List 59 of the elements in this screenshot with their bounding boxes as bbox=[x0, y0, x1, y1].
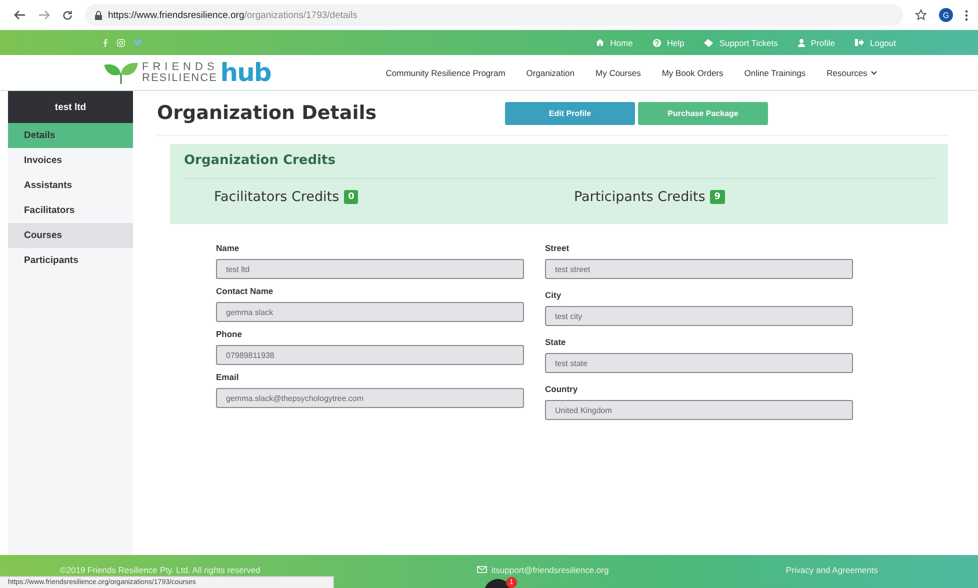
input-field[interactable]: test ltd bbox=[216, 259, 524, 279]
sidebar-item[interactable]: Courses bbox=[8, 223, 133, 248]
input-field[interactable]: test state bbox=[545, 353, 853, 373]
sidebar-title: test ltd bbox=[8, 91, 133, 123]
nav-link[interactable]: Online Trainings bbox=[744, 68, 806, 78]
home-icon bbox=[596, 39, 604, 46]
mail-icon bbox=[477, 566, 488, 573]
field-label: Contact Name bbox=[216, 286, 274, 296]
lock-icon bbox=[95, 10, 102, 20]
page-title: Organization Details bbox=[157, 102, 378, 124]
credits-label: Participants Credits bbox=[574, 189, 706, 205]
field-label: City bbox=[545, 290, 562, 300]
input-field[interactable]: gemma.slack@thepsychologytree.com bbox=[216, 388, 524, 408]
reload-icon[interactable] bbox=[62, 10, 73, 20]
help-icon bbox=[652, 38, 661, 46]
star-icon[interactable] bbox=[915, 9, 927, 21]
field-label: Name bbox=[216, 243, 240, 253]
field-label: Phone bbox=[216, 329, 243, 339]
profile-avatar[interactable]: G bbox=[939, 8, 953, 22]
credits-title: Organization Credits bbox=[184, 153, 934, 179]
top-bar-link[interactable]: Home bbox=[596, 38, 633, 48]
nav-link[interactable]: My Book Orders bbox=[662, 68, 724, 78]
logo-text: FRIENDS RESILIENCE bbox=[142, 62, 218, 84]
sidebar-item[interactable]: Facilitators bbox=[8, 198, 133, 223]
sidebar-item[interactable]: Details bbox=[8, 123, 133, 148]
credits-label: Facilitators Credits bbox=[214, 189, 340, 205]
input-field[interactable]: 07989811938 bbox=[216, 345, 524, 365]
input-field[interactable]: test city bbox=[545, 306, 853, 326]
nav-link[interactable]: Organization bbox=[526, 68, 574, 78]
top-bar-link[interactable]: Profile bbox=[798, 38, 835, 48]
sidebar-item[interactable]: Assistants bbox=[8, 173, 133, 198]
top-bar-link[interactable]: Help bbox=[652, 38, 684, 48]
back-icon[interactable] bbox=[14, 10, 26, 20]
logout-icon bbox=[855, 39, 864, 46]
nav-link[interactable]: My Courses bbox=[596, 68, 641, 78]
user-icon bbox=[798, 38, 805, 46]
logo-word: hub bbox=[220, 60, 271, 84]
input-field[interactable]: gemma slack bbox=[216, 302, 524, 322]
leaves-icon bbox=[102, 60, 140, 84]
credits-count: 0 bbox=[344, 190, 358, 204]
sidebar-item[interactable]: Invoices bbox=[8, 148, 133, 173]
field-label: State bbox=[545, 337, 567, 347]
menu-icon[interactable] bbox=[965, 10, 968, 20]
field-label: Street bbox=[545, 243, 570, 253]
top-bar-link[interactable]: Logout bbox=[855, 38, 896, 48]
credits-count: 9 bbox=[710, 190, 724, 204]
input-field[interactable]: United Kingdom bbox=[545, 400, 853, 420]
field-label: Email bbox=[216, 372, 240, 382]
action-button[interactable]: Edit Profile bbox=[505, 102, 635, 124]
input-field[interactable]: test street bbox=[545, 259, 853, 279]
action-button[interactable]: Purchase Package bbox=[638, 102, 768, 124]
address-bar[interactable]: https://www.friendsresilience.org/organizations/1793/details bbox=[85, 4, 903, 26]
copyright-text: ©2019 Friends Resilience Pty. Ltd. All rights reserved bbox=[60, 564, 260, 574]
nav-link[interactable]: Resources bbox=[826, 68, 878, 78]
sidebar-item[interactable]: Participants bbox=[8, 248, 133, 273]
top-bar-link[interactable]: Support Tickets bbox=[704, 38, 778, 48]
nav-link[interactable]: Community Resilience Program bbox=[386, 68, 506, 78]
tag-icon bbox=[704, 38, 714, 46]
field-label: Country bbox=[545, 384, 579, 394]
